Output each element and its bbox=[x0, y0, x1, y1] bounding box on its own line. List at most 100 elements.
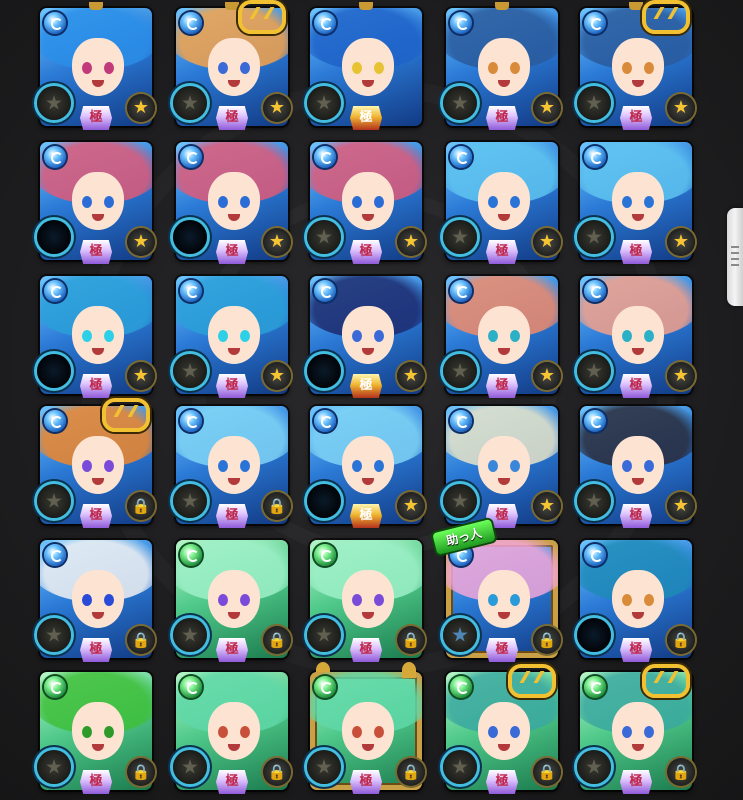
lock-icon[interactable]: 🔒 bbox=[667, 626, 695, 654]
character-face bbox=[612, 38, 664, 96]
character-eye bbox=[644, 726, 654, 738]
character-mouth bbox=[92, 214, 104, 221]
water-element-icon bbox=[450, 146, 472, 168]
lock-icon[interactable]: 🔒 bbox=[533, 758, 561, 786]
kiwami-luck-badge: 極 bbox=[80, 374, 112, 398]
character-mouth bbox=[498, 478, 510, 485]
character-card[interactable]: 極 ★ bbox=[577, 276, 695, 398]
character-card[interactable]: 極 ★ bbox=[307, 276, 425, 398]
infinity-icon bbox=[642, 664, 690, 698]
character-card[interactable]: 極 ★ bbox=[443, 406, 561, 528]
character-card[interactable]: 極 🔒 bbox=[577, 664, 695, 794]
character-card[interactable]: 極 ★ bbox=[37, 2, 155, 130]
character-face bbox=[208, 306, 260, 364]
star-icon: ★ bbox=[667, 362, 695, 390]
character-face bbox=[72, 306, 124, 364]
character-card[interactable]: 極 ★ bbox=[577, 142, 695, 264]
lock-icon[interactable]: 🔒 bbox=[533, 626, 561, 654]
lock-icon[interactable]: 🔒 bbox=[263, 626, 291, 654]
lock-icon[interactable]: 🔒 bbox=[127, 758, 155, 786]
character-card[interactable]: 極 🔒 bbox=[173, 540, 291, 662]
character-card[interactable]: 極 ★ bbox=[307, 406, 425, 528]
lock-icon[interactable]: 🔒 bbox=[667, 758, 695, 786]
character-face bbox=[342, 38, 394, 96]
character-card[interactable]: 極 ★ bbox=[577, 0, 695, 130]
lock-icon[interactable]: 🔒 bbox=[127, 626, 155, 654]
lock-icon[interactable]: 🔒 bbox=[397, 758, 425, 786]
character-eye bbox=[510, 330, 520, 342]
character-card[interactable]: 極 🔒 bbox=[37, 540, 155, 662]
character-face bbox=[478, 436, 530, 494]
character-card[interactable]: 極 ★ bbox=[443, 142, 561, 264]
luck-skill-orb-icon bbox=[37, 354, 71, 388]
water-element-icon bbox=[44, 280, 66, 302]
luck-skill-orb-icon bbox=[173, 354, 207, 388]
lock-icon[interactable]: 🔒 bbox=[397, 626, 425, 654]
character-mouth bbox=[228, 612, 240, 619]
kiwami-luck-badge: 極 bbox=[620, 240, 652, 264]
kiwami-luck-badge: 極 bbox=[350, 106, 382, 130]
luck-skill-orb-icon bbox=[37, 618, 71, 652]
character-card[interactable]: 極 🔒 bbox=[443, 664, 561, 794]
character-mouth bbox=[632, 348, 644, 355]
character-mouth bbox=[92, 80, 104, 87]
kiwami-luck-badge: 極 bbox=[216, 240, 248, 264]
character-card[interactable]: 極 ★ bbox=[443, 2, 561, 130]
character-card[interactable]: 極 ★ bbox=[173, 276, 291, 398]
star-icon: ★ bbox=[263, 228, 291, 256]
character-card[interactable]: 極 🔒 bbox=[173, 672, 291, 794]
character-eye bbox=[104, 594, 114, 606]
water-element-icon bbox=[180, 12, 202, 34]
character-face bbox=[208, 702, 260, 760]
character-face bbox=[72, 570, 124, 628]
character-eye bbox=[622, 196, 632, 208]
character-card[interactable]: 極 🔒 bbox=[37, 398, 155, 528]
luck-skill-orb-icon bbox=[37, 220, 71, 254]
character-eye bbox=[488, 594, 498, 606]
character-card[interactable]: 極 🔒 bbox=[37, 672, 155, 794]
character-face bbox=[72, 172, 124, 230]
character-mouth bbox=[362, 80, 374, 87]
lock-icon[interactable]: 🔒 bbox=[263, 758, 291, 786]
water-element-icon bbox=[314, 410, 336, 432]
character-eye bbox=[218, 62, 228, 74]
star-icon: ★ bbox=[667, 228, 695, 256]
wood-element-icon bbox=[44, 676, 66, 698]
character-eye bbox=[374, 62, 384, 74]
lock-icon[interactable]: 🔒 bbox=[127, 492, 155, 520]
character-card[interactable]: 極 🔒 bbox=[307, 662, 425, 794]
character-card[interactable]: 極 ★ bbox=[37, 276, 155, 398]
luck-skill-orb-icon bbox=[307, 618, 341, 652]
character-eye bbox=[352, 330, 362, 342]
water-element-icon bbox=[584, 12, 606, 34]
lock-icon[interactable]: 🔒 bbox=[263, 492, 291, 520]
character-eye bbox=[104, 62, 114, 74]
character-card[interactable]: 極 bbox=[307, 2, 422, 130]
character-card[interactable]: 極 ★ bbox=[173, 0, 291, 130]
water-element-icon bbox=[44, 410, 66, 432]
water-element-icon bbox=[314, 280, 336, 302]
character-eye bbox=[510, 62, 520, 74]
character-eye bbox=[644, 460, 654, 472]
character-mouth bbox=[498, 744, 510, 751]
character-eye bbox=[352, 62, 362, 74]
luck-skill-orb-icon bbox=[443, 750, 477, 784]
character-card[interactable]: 極 ★ bbox=[307, 142, 425, 264]
character-card[interactable]: 極 🔒 bbox=[307, 540, 425, 662]
character-card[interactable]: 極 🔒 bbox=[577, 540, 695, 662]
character-mouth bbox=[228, 744, 240, 751]
character-eye bbox=[374, 594, 384, 606]
character-face bbox=[342, 436, 394, 494]
character-card[interactable]: 極 🔒 助っ人 bbox=[432, 519, 561, 662]
character-card[interactable]: 極 ★ bbox=[173, 142, 291, 264]
character-card[interactable]: 極 ★ bbox=[443, 276, 561, 398]
character-card[interactable]: 極 ★ bbox=[577, 406, 695, 528]
luck-skill-orb-icon bbox=[307, 86, 341, 120]
luck-skill-orb-icon bbox=[173, 86, 207, 120]
character-eye bbox=[218, 330, 228, 342]
character-eye bbox=[218, 196, 228, 208]
character-eye bbox=[352, 196, 362, 208]
character-card[interactable]: 極 ★ bbox=[37, 142, 155, 264]
scroll-handle[interactable] bbox=[727, 208, 743, 306]
character-card[interactable]: 極 🔒 bbox=[173, 406, 291, 528]
